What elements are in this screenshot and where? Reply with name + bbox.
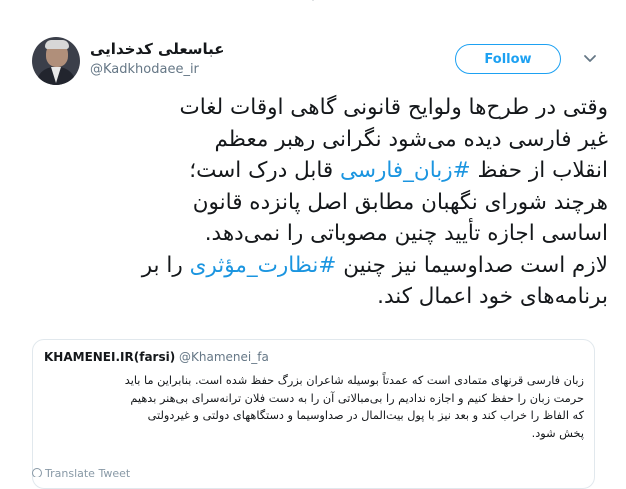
quoted-text-line: پخش شود. bbox=[531, 426, 584, 440]
author-name[interactable]: عباسعلی کدخدایی bbox=[90, 40, 225, 58]
tweet-text-segment: انقلاب از حفظ bbox=[470, 158, 608, 183]
quoted-author-handle: @Khamenei_fa bbox=[179, 350, 269, 364]
hashtag-link-nezarat-moassar[interactable]: #نظارت_مؤثری bbox=[190, 253, 337, 278]
translate-tweet-link[interactable]: Translate Tweet bbox=[32, 467, 172, 477]
follow-button[interactable]: Follow bbox=[455, 44, 561, 74]
hashtag-link-zaban-farsi[interactable]: #زبان_فارسی bbox=[340, 158, 471, 183]
tweet-text-line: برنامه‌های خود اعمال کند. bbox=[377, 284, 608, 309]
quoted-tweet-header: KHAMENEI.IR(farsi) @Khamenei_fa bbox=[44, 350, 269, 364]
tweet-text: وقتی در طرح‌ها ولوایح قانونی گاهی اوقات … bbox=[26, 92, 608, 313]
tweet-text-line: غیر فارسی دیده می‌شود نگرانی رهبر معظم bbox=[214, 126, 609, 152]
tweet-text-line: اساسی اجازه تأیید چنین مصوباتی را نمی‌ده… bbox=[204, 221, 608, 246]
quoted-text-line: حرمت زبان را حفظ کنیم و اجازه ندادیم را … bbox=[130, 391, 584, 405]
quoted-author-name: KHAMENEI.IR(farsi) bbox=[44, 350, 176, 364]
author-handle[interactable]: @Kadkhodaee_ir bbox=[90, 62, 199, 77]
tweet-text-line: هرچند شورای نگهبان مطابق اصل پانزده قانو… bbox=[192, 189, 608, 215]
avatar[interactable] bbox=[32, 37, 80, 85]
tweet-text-segment: قابل درک است؛ bbox=[189, 158, 341, 183]
quoted-tweet-text: زبان فارسی قرنهای متمادی است که عمدتاً ب… bbox=[43, 372, 584, 442]
tweet: . عباسعلی کدخدایی @Kadkhodaee_ir Follow … bbox=[0, 0, 626, 489]
tweet-text-line: وقتی در طرح‌ها ولوایح قانونی گاهی اوقات … bbox=[179, 95, 609, 120]
globe-icon bbox=[32, 468, 42, 477]
tweet-text-segment: لازم است صداوسیما نیز چنین bbox=[336, 252, 608, 278]
avatar-hair bbox=[45, 40, 69, 49]
chevron-down-icon[interactable] bbox=[582, 50, 598, 66]
quoted-text-line: زبان فارسی قرنهای متمادی است که عمدتاً ب… bbox=[124, 374, 584, 387]
tweet-text-line: انقلاب از حفظ #زبان_فارسی قابل درک است؛ bbox=[26, 155, 608, 187]
tweet-text-line: لازم است صداوسیما نیز چنین #نظارت_مؤثری … bbox=[26, 250, 608, 282]
quoted-text-line: که الفاظ را خراب کند و بعد نیز با پول بی… bbox=[147, 409, 584, 422]
translate-tweet-label: Translate Tweet bbox=[45, 467, 131, 477]
cut-off-previous-content: . bbox=[0, 0, 626, 5]
tweet-text-segment: را بر bbox=[141, 252, 190, 278]
